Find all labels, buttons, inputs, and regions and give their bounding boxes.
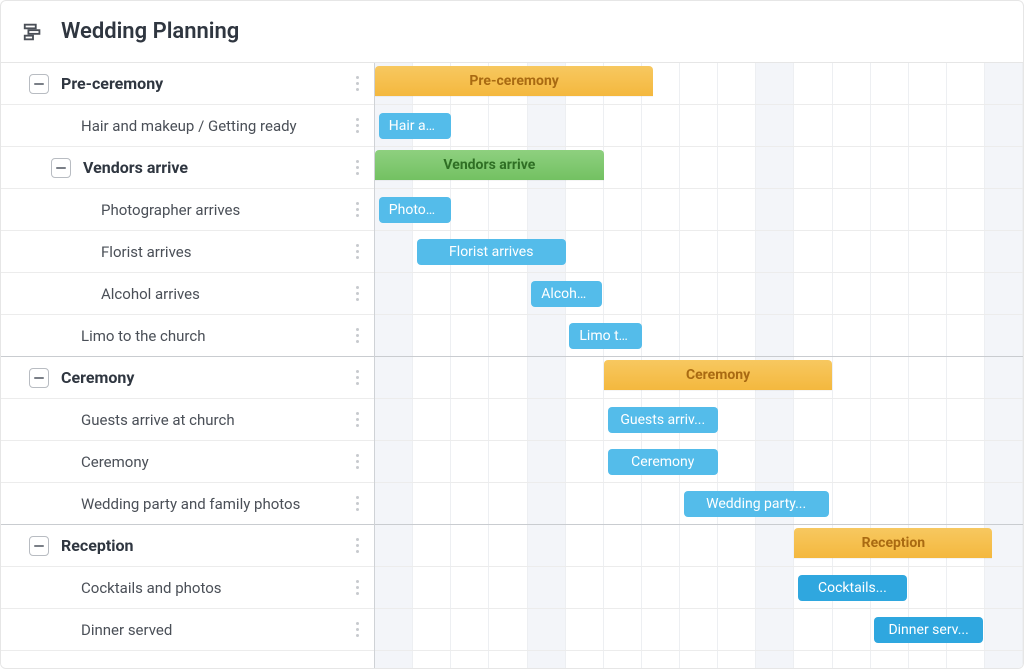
task-bar[interactable]: Wedding party... xyxy=(684,491,829,517)
drag-handle-icon[interactable] xyxy=(348,202,366,217)
task-label: Ceremony xyxy=(81,453,348,471)
drag-handle-icon[interactable] xyxy=(348,76,366,91)
task-bar[interactable]: Ceremony xyxy=(608,449,719,475)
task-label: Wedding party and family photos xyxy=(81,495,348,513)
bar-label: Florist arrives xyxy=(449,244,533,260)
timeline-rows: Pre-ceremony Hair an... Vendors arrive Phot… xyxy=(375,63,1023,651)
drag-handle-icon[interactable] xyxy=(348,412,366,427)
bar-label: Dinner serv... xyxy=(888,622,968,638)
collapse-toggle[interactable] xyxy=(29,536,49,556)
collapse-toggle[interactable] xyxy=(51,158,71,178)
bar-label: Vendors arrive xyxy=(443,157,535,173)
summary-bar[interactable]: Reception xyxy=(794,528,992,558)
bar-label: Reception xyxy=(862,535,925,551)
task-label: Limo to the church xyxy=(81,327,348,345)
gantt-grid: Pre-ceremony Hair and makeup / Getting re… xyxy=(1,63,1023,668)
task-row[interactable]: Photographer arrives xyxy=(1,189,374,231)
page-title: Wedding Planning xyxy=(61,19,239,44)
drag-handle-icon[interactable] xyxy=(348,160,366,175)
drag-handle-icon[interactable] xyxy=(348,538,366,553)
task-label: Pre-ceremony xyxy=(61,74,348,93)
drag-handle-icon[interactable] xyxy=(348,496,366,511)
page-header: Wedding Planning xyxy=(1,1,1023,63)
timeline-row: Guests arriv... xyxy=(375,399,1023,441)
drag-handle-icon[interactable] xyxy=(348,580,366,595)
task-label: Reception xyxy=(61,536,348,555)
gantt-icon xyxy=(19,18,47,46)
summary-bar[interactable]: Ceremony xyxy=(604,360,833,390)
bar-label: Ceremony xyxy=(631,454,694,470)
bar-label: Photog... xyxy=(389,202,441,218)
task-label: Dinner served xyxy=(81,621,348,639)
bar-label: Hair an... xyxy=(389,118,441,134)
bar-label: Alcoho... xyxy=(541,286,592,302)
summary-bar[interactable]: Vendors arrive xyxy=(375,150,604,180)
task-bar[interactable]: Dinner serv... xyxy=(874,617,983,643)
timeline-pane[interactable]: Pre-ceremony Hair an... Vendors arrive Phot… xyxy=(375,63,1023,668)
bar-label: Guests arriv... xyxy=(620,412,705,428)
task-row[interactable]: Dinner served xyxy=(1,609,374,651)
task-row[interactable]: Wedding party and family photos xyxy=(1,483,374,525)
timeline-row: Ceremony xyxy=(375,357,1023,399)
task-label: Guests arrive at church xyxy=(81,411,348,429)
task-row[interactable]: Cocktails and photos xyxy=(1,567,374,609)
bar-label: Wedding party... xyxy=(706,496,806,512)
drag-handle-icon[interactable] xyxy=(348,370,366,385)
task-bar[interactable]: Photog... xyxy=(379,197,451,223)
summary-bar[interactable]: Pre-ceremony xyxy=(375,66,653,96)
task-row[interactable]: Limo to the church xyxy=(1,315,374,357)
task-list-pane: Pre-ceremony Hair and makeup / Getting re… xyxy=(1,63,375,668)
bar-label: Pre-ceremony xyxy=(469,73,558,89)
drag-handle-icon[interactable] xyxy=(348,328,366,343)
task-bar[interactable]: Alcoho... xyxy=(531,281,602,307)
collapse-toggle[interactable] xyxy=(29,368,49,388)
task-section-row[interactable]: Reception xyxy=(1,525,374,567)
task-bar[interactable]: Limo to... xyxy=(569,323,641,349)
task-section-row[interactable]: Vendors arrive xyxy=(1,147,374,189)
bar-label: Cocktails... xyxy=(818,580,887,596)
timeline-row: Wedding party... xyxy=(375,483,1023,525)
task-label: Alcohol arrives xyxy=(101,285,348,303)
task-label: Hair and makeup / Getting ready xyxy=(81,117,348,135)
task-bar[interactable]: Hair an... xyxy=(379,113,451,139)
timeline-row: Reception xyxy=(375,525,1023,567)
task-row[interactable]: Florist arrives xyxy=(1,231,374,273)
drag-handle-icon[interactable] xyxy=(348,118,366,133)
task-row[interactable]: Alcohol arrives xyxy=(1,273,374,315)
task-bar[interactable]: Florist arrives xyxy=(417,239,566,265)
drag-handle-icon[interactable] xyxy=(348,244,366,259)
collapse-toggle[interactable] xyxy=(29,74,49,94)
task-row[interactable]: Hair and makeup / Getting ready xyxy=(1,105,374,147)
task-bar[interactable]: Guests arriv... xyxy=(608,407,719,433)
timeline-row: Hair an... xyxy=(375,105,1023,147)
drag-handle-icon[interactable] xyxy=(348,286,366,301)
task-row[interactable]: Guests arrive at church xyxy=(1,399,374,441)
task-section-row[interactable]: Ceremony xyxy=(1,357,374,399)
bar-label: Limo to... xyxy=(579,328,631,344)
timeline-row: Vendors arrive xyxy=(375,147,1023,189)
timeline-row: Alcoho... xyxy=(375,273,1023,315)
task-section-row[interactable]: Pre-ceremony xyxy=(1,63,374,105)
task-label: Ceremony xyxy=(61,368,348,387)
task-label: Florist arrives xyxy=(101,243,348,261)
timeline-row: Dinner serv... xyxy=(375,609,1023,651)
task-label: Photographer arrives xyxy=(101,201,348,219)
drag-handle-icon[interactable] xyxy=(348,454,366,469)
task-bar[interactable]: Cocktails... xyxy=(798,575,907,601)
timeline-row: Florist arrives xyxy=(375,231,1023,273)
task-label: Cocktails and photos xyxy=(81,579,348,597)
drag-handle-icon[interactable] xyxy=(348,622,366,637)
timeline-row: Photog... xyxy=(375,189,1023,231)
task-row[interactable]: Ceremony xyxy=(1,441,374,483)
timeline-row: Cocktails... xyxy=(375,567,1023,609)
bar-label: Ceremony xyxy=(686,367,750,383)
timeline-row: Ceremony xyxy=(375,441,1023,483)
task-label: Vendors arrive xyxy=(83,158,348,177)
app-frame: Wedding Planning Pre-ceremony Hair and ma… xyxy=(0,0,1024,669)
timeline-row: Limo to... xyxy=(375,315,1023,357)
timeline-row: Pre-ceremony xyxy=(375,63,1023,105)
